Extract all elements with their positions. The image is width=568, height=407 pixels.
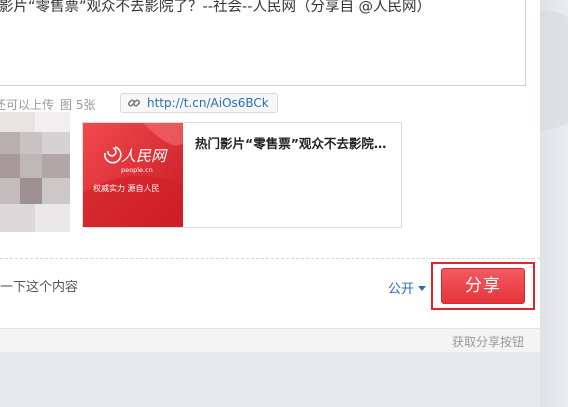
link-icon <box>128 99 140 107</box>
upload-hint-count: 图 5张 <box>60 98 96 112</box>
people-cn-logo-image: 人民网 people.cn 权威实力 源自人民 <box>83 123 183 227</box>
comment-hint: 一下这个内容 <box>0 280 79 295</box>
share-text: 影片“零售票”观众不去影院了？--社会--人民网（分享自 @人民网） <box>0 0 432 15</box>
panel-footer: 获取分享按钮 <box>0 328 540 353</box>
get-share-button-link[interactable]: 获取分享按钮 <box>452 333 524 350</box>
divider <box>0 258 540 259</box>
visibility-dropdown[interactable]: 公开 <box>388 278 427 297</box>
share-button[interactable]: 分享 <box>441 268 525 304</box>
svg-text:权威实力 源自人民: 权威实力 源自人民 <box>93 183 160 193</box>
share-textarea[interactable]: 影片“零售票”观众不去影院了？--社会--人民网（分享自 @人民网） <box>0 0 526 86</box>
short-link[interactable]: http://t.cn/AiOs6BCk <box>120 93 278 113</box>
short-link-url: http://t.cn/AiOs6BCk <box>147 96 269 110</box>
bottom-area <box>0 352 540 407</box>
upload-hint-left: 还可以上传 <box>0 98 55 112</box>
svg-text:people.cn: people.cn <box>121 166 153 174</box>
caret-down-icon <box>418 285 427 291</box>
blurred-thumbnail <box>0 112 70 232</box>
visibility-label: 公开 <box>388 282 415 297</box>
card-title: 热门影片“零售票”观众不去影院… <box>195 136 387 151</box>
svg-text:人民网: 人民网 <box>121 147 168 165</box>
share-panel: 影片“零售票”观众不去影院了？--社会--人民网（分享自 @人民网） 还可以上传… <box>0 0 540 353</box>
card-thumbnail: 人民网 people.cn 权威实力 源自人民 <box>83 123 183 227</box>
link-preview-card[interactable]: 人民网 people.cn 权威实力 源自人民 热门影片“零售票”观众不去影院… <box>82 122 402 228</box>
